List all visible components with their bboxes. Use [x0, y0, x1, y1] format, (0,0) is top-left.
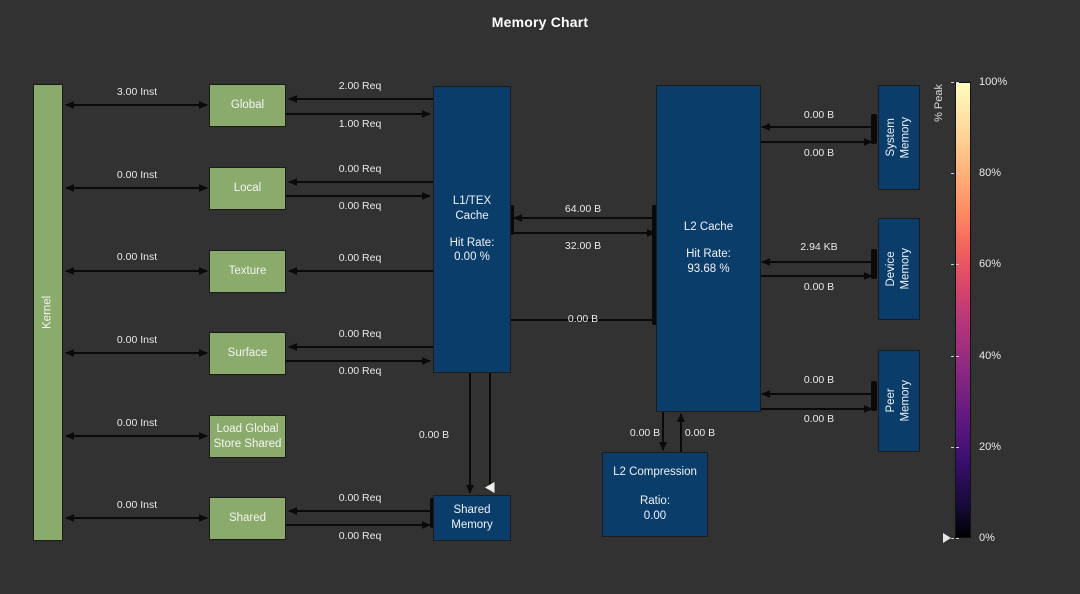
colorbar-label-80: 80% [979, 167, 1002, 179]
colorbar-axis-title: % Peak [933, 84, 945, 122]
colorbar-label-0: 0% [979, 532, 995, 544]
edge-label-l2-to-l2compression: 0.00 B [629, 427, 661, 439]
node-kernel-label: Kernel [41, 295, 54, 330]
colorbar-tick-20 [951, 447, 959, 448]
node-l2-hitrate-label: Hit Rate: [686, 248, 731, 261]
colorbar[interactable]: % Peak 100% 80% 60% 40% 20% 0% [933, 76, 1007, 544]
node-peer-memory-label-line1: Peer [885, 388, 898, 414]
colorbar-tick-80 [951, 173, 959, 174]
edge-label-kernel-lgss: 0.00 Inst [116, 417, 158, 429]
edge-label-sysmem-in: 0.00 B [803, 109, 835, 121]
edge-label-l2compression-to-l2: 0.00 B [684, 427, 716, 439]
colorbar-label-20: 20% [979, 441, 1002, 453]
node-system-memory[interactable]: System Memory [878, 85, 920, 190]
edge-label-l1tex-sharedmem: 0.00 B [418, 429, 450, 441]
colorbar-gradient [955, 82, 971, 538]
node-load-global-store-shared[interactable]: Load Global Store Shared [209, 415, 286, 458]
colorbar-label-100: 100% [979, 76, 1008, 88]
node-system-memory-label-line1: System [885, 118, 898, 157]
colorbar-label-60: 60% [979, 258, 1002, 270]
node-local[interactable]: Local [209, 167, 286, 210]
node-l1tex-hitrate-value: 0.00 % [454, 251, 490, 264]
colorbar-value-marker [943, 533, 951, 543]
node-kernel[interactable]: Kernel [33, 84, 63, 541]
node-global[interactable]: Global [209, 84, 286, 127]
edge-label-kernel-shared: 0.00 Inst [116, 499, 158, 511]
colorbar-label-40: 40% [979, 350, 1002, 362]
node-l2-cache[interactable]: L2 Cache Hit Rate: 93.68 % [656, 85, 761, 412]
edge-label-shared-in: 0.00 Req [338, 492, 382, 504]
node-peer-memory[interactable]: Peer Memory [878, 350, 920, 452]
colorbar-tick-0 [951, 538, 959, 539]
edge-label-kernel-texture: 0.00 Inst [116, 251, 158, 263]
node-l2-compression-ratio-value: 0.00 [643, 509, 667, 522]
node-l2-label: L2 Cache [683, 221, 734, 234]
node-device-memory[interactable]: Device Memory [878, 218, 920, 320]
node-texture[interactable]: Texture [209, 250, 286, 293]
edge-label-sysmem-out: 0.00 B [803, 147, 835, 159]
edge-label-sharedmem-l2: 0.00 B [567, 313, 599, 325]
edge-label-surface-out: 0.00 Req [338, 365, 382, 377]
node-global-label: Global [230, 99, 265, 112]
node-peer-memory-label-line2: Memory [900, 380, 912, 422]
edge-label-surface-in: 0.00 Req [338, 328, 382, 340]
node-l1tex-cache[interactable]: L1/TEX Cache Hit Rate: 0.00 % [433, 86, 511, 373]
node-texture-label: Texture [228, 265, 267, 278]
node-shared-memory-label-line2: Memory [451, 519, 493, 531]
edge-label-devmem-in: 2.94 KB [800, 241, 838, 253]
node-shared-label: Shared [228, 512, 267, 525]
node-l1tex-label-line2: Cache [455, 209, 489, 222]
node-l2-compression-label: L2 Compression [613, 466, 697, 479]
node-surface-label: Surface [227, 347, 268, 360]
node-lgss-label-line2: Store Shared [213, 437, 282, 450]
edge-label-l2-to-l1tex: 64.00 B [564, 203, 602, 215]
node-shared-memory-label-line1: Shared [453, 504, 491, 517]
edge-label-kernel-global: 3.00 Inst [116, 86, 158, 98]
node-l1tex-hitrate-label: Hit Rate: [449, 236, 495, 249]
edge-label-peermem-out: 0.00 B [803, 413, 835, 425]
port-peermem-left [871, 381, 877, 411]
edge-label-local-out: 0.00 Req [338, 200, 382, 212]
node-lgss-label-line1: Load Global [216, 422, 279, 435]
edge-label-shared-out: 0.00 Req [338, 530, 382, 542]
edge-label-kernel-local: 0.00 Inst [116, 169, 158, 181]
colorbar-tick-40 [951, 356, 959, 357]
edge-label-texture-in: 0.00 Req [338, 252, 382, 264]
edge-label-local-in: 0.00 Req [338, 163, 382, 175]
edge-label-devmem-out: 0.00 B [803, 281, 835, 293]
memory-chart-canvas: Memory Chart Kernel Global Local Texture… [0, 0, 1080, 594]
node-local-label: Local [233, 182, 262, 195]
node-device-memory-label-line1: Device [885, 251, 898, 287]
colorbar-tick-60 [951, 264, 959, 265]
edge-label-global-out: 1.00 Req [338, 118, 382, 130]
node-l2-compression-ratio-label: Ratio: [639, 495, 671, 508]
node-l1tex-label-line1: L1/TEX [452, 195, 492, 208]
edge-label-kernel-surface: 0.00 Inst [116, 334, 158, 346]
edge-label-l1tex-to-l2: 32.00 B [564, 240, 602, 252]
colorbar-tick-100 [951, 82, 959, 83]
port-sysmem-left [871, 114, 877, 144]
node-l2-compression[interactable]: L2 Compression Ratio: 0.00 [602, 452, 708, 537]
node-system-memory-label-line2: Memory [900, 116, 912, 159]
node-device-memory-label-line2: Memory [900, 248, 912, 290]
node-l2-hitrate-value: 93.68 % [687, 262, 730, 275]
node-surface[interactable]: Surface [209, 332, 286, 375]
edge-label-peermem-in: 0.00 B [803, 374, 835, 386]
port-devmem-left [871, 249, 877, 279]
node-shared[interactable]: Shared [209, 497, 286, 540]
node-shared-memory[interactable]: Shared Memory [433, 495, 511, 541]
edge-label-global-in: 2.00 Req [338, 80, 382, 92]
